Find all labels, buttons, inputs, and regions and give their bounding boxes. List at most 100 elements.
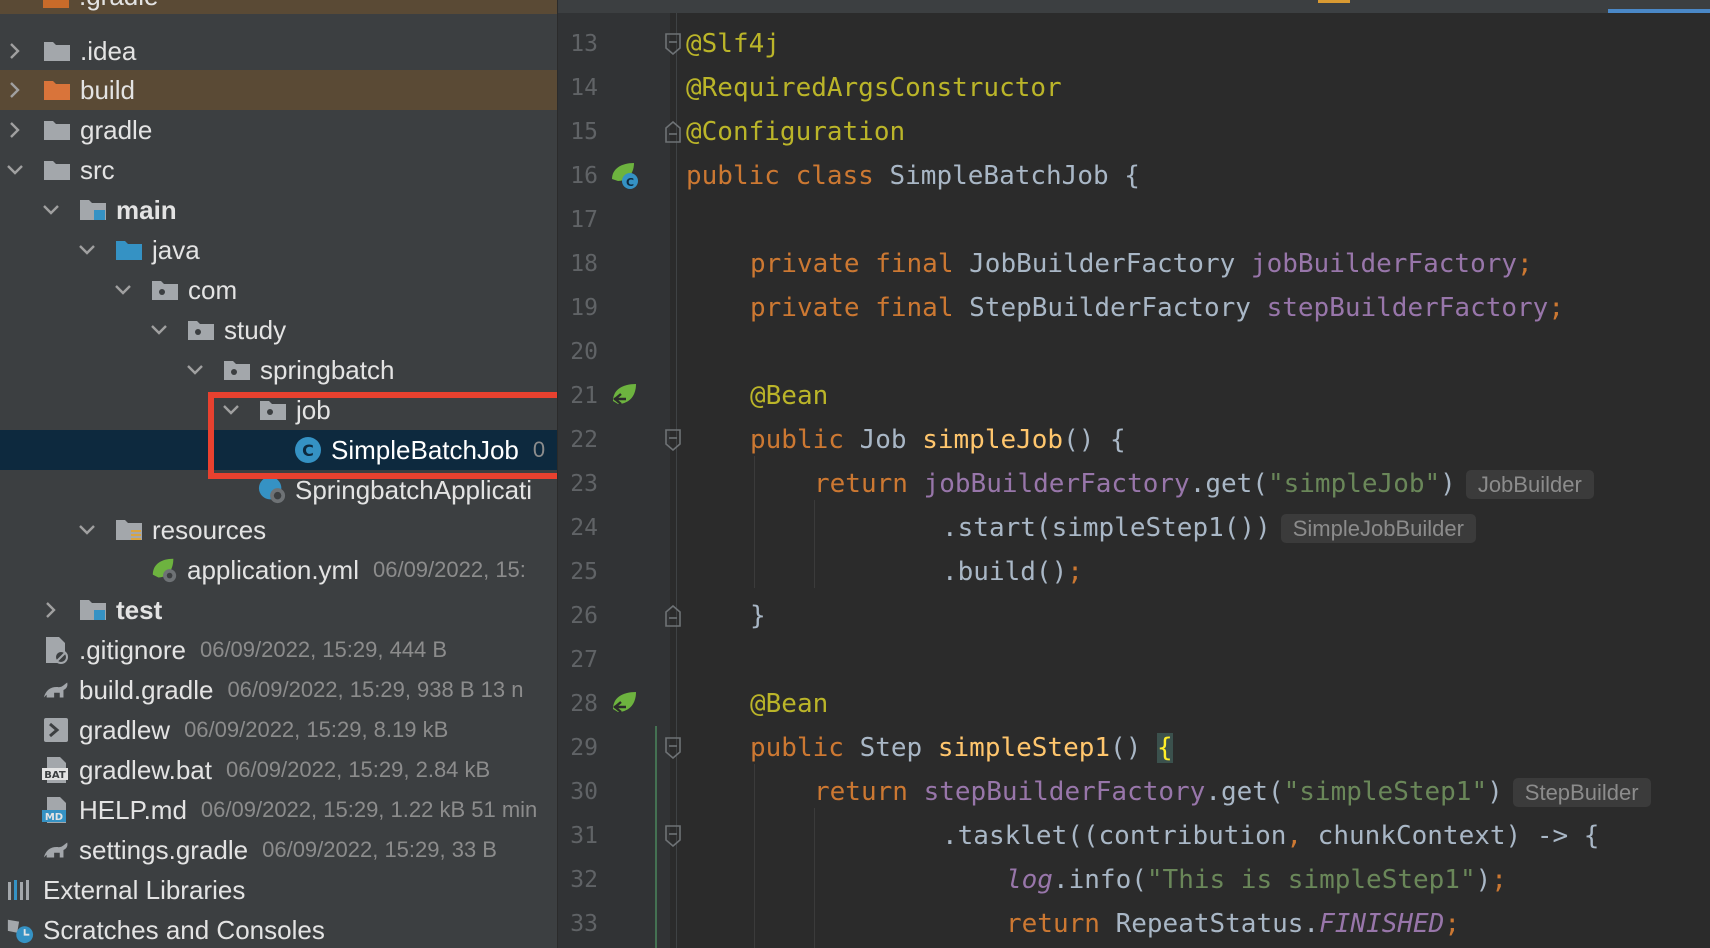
- code-text: .tasklet((contribution, chunkContext) ->…: [942, 821, 1600, 851]
- tree-item-gradle[interactable]: gradle: [0, 110, 557, 150]
- tree-item-application-yml[interactable]: application.yml 06/09/2022, 15:: [0, 550, 557, 590]
- code-line-17: 17: [558, 198, 1710, 242]
- chevron-right-icon[interactable]: [6, 121, 24, 139]
- code-line-16: 16 C public class SimpleBatchJob {: [558, 154, 1710, 198]
- tree-item-main[interactable]: main: [0, 190, 557, 230]
- tree-item-springbatch[interactable]: springbatch: [0, 350, 557, 390]
- code-line-21: 21 @Bean: [558, 374, 1710, 418]
- code-line-24: 24 .start(simpleStep1()) SimpleJobBuilder: [558, 506, 1710, 550]
- line-number: 21: [570, 383, 598, 409]
- fold-end-icon[interactable]: [664, 605, 682, 627]
- code-text: public class SimpleBatchJob {: [686, 161, 1140, 191]
- fold-end-icon[interactable]: [664, 121, 682, 143]
- chevron-right-icon[interactable]: [6, 81, 24, 99]
- tree-item-label: .gitignore: [79, 634, 186, 665]
- code-text: private final StepBuilderFactory stepBui…: [750, 293, 1564, 323]
- spring-bean-gutter-icon[interactable]: C: [610, 161, 640, 191]
- chevron-down-icon[interactable]: [78, 521, 96, 539]
- tree-item-java[interactable]: java: [0, 230, 557, 270]
- tree-item-external-libraries[interactable]: External Libraries: [0, 870, 557, 910]
- code-text: @Slf4j: [686, 29, 780, 59]
- libraries-icon: [6, 877, 34, 903]
- code-text: .start(simpleStep1()) SimpleJobBuilder: [942, 506, 1476, 551]
- line-number: 17: [570, 207, 598, 233]
- chevron-down-icon[interactable]: [6, 161, 24, 179]
- code-line-31: 31 .tasklet((contribution, chunkContext)…: [558, 814, 1710, 858]
- line-number: 25: [570, 559, 598, 585]
- fold-start-icon[interactable]: [664, 33, 682, 55]
- bat-file-icon: BAT: [42, 757, 70, 783]
- fold-start-icon[interactable]: [664, 429, 682, 451]
- code-line-22: 22 public Job simpleJob() {: [558, 418, 1710, 462]
- line-number: 32: [570, 867, 598, 893]
- code-editor[interactable]: 13 @Slf4j 14 @RequiredArgsConstructor 15…: [558, 0, 1710, 948]
- tree-item-build[interactable]: build: [0, 70, 557, 110]
- code-line-14: 14 @RequiredArgsConstructor: [558, 66, 1710, 110]
- line-number: 19: [570, 295, 598, 321]
- tree-item-meta: 06/09/2022, 15:: [372, 557, 526, 582]
- folder-icon: [43, 117, 71, 143]
- code-line-18: 18 private final JobBuilderFactory jobBu…: [558, 242, 1710, 286]
- tree-item-scratches[interactable]: Scratches and Consoles: [0, 910, 557, 948]
- type-hint: JobBuilder: [1465, 470, 1594, 499]
- editor-tab-strip[interactable]: [558, 0, 1710, 13]
- tab-modified-marker: [1318, 0, 1350, 3]
- tree-item-build-gradle[interactable]: build.gradle 06/09/2022, 15:29, 938 B 13…: [0, 670, 557, 710]
- active-tab-indicator: [1608, 9, 1710, 13]
- code-text: return jobBuilderFactory.get("simpleJob"…: [814, 462, 1594, 507]
- line-number: 22: [570, 427, 598, 453]
- line-number: 13: [570, 31, 598, 57]
- folder-icon: [43, 157, 71, 183]
- chevron-right-icon[interactable]: [42, 601, 60, 619]
- chevron-right-icon[interactable]: [6, 42, 24, 60]
- tree-item-study[interactable]: study: [0, 310, 557, 350]
- tree-item-gitignore[interactable]: .gitignore 06/09/2022, 15:29, 444 B: [0, 630, 557, 670]
- tree-item-label: com: [188, 274, 238, 305]
- chevron-down-icon[interactable]: [150, 321, 168, 339]
- folder-icon: [43, 38, 71, 64]
- code-line-30: 30 return stepBuilderFactory.get("simple…: [558, 770, 1710, 814]
- spring-yml-icon: [150, 557, 178, 583]
- chevron-down-icon[interactable]: [114, 281, 132, 299]
- code-line-25: 25 .build();: [558, 550, 1710, 594]
- code-text: log.info("This is simpleStep1");: [1006, 865, 1507, 895]
- spring-bean-gutter-icon[interactable]: [610, 381, 640, 411]
- line-number: 18: [570, 251, 598, 277]
- tree-item-label: java: [152, 234, 200, 265]
- tree-item-gradlew[interactable]: gradlew 06/09/2022, 15:29, 8.19 kB: [0, 710, 557, 750]
- fold-start-icon[interactable]: [664, 825, 682, 847]
- tree-item-label: springbatch: [260, 354, 395, 385]
- code-line-26: 26 }: [558, 594, 1710, 638]
- tree-item-resources[interactable]: resources: [0, 510, 557, 550]
- code-line-23: 23 return jobBuilderFactory.get("simpleJ…: [558, 462, 1710, 506]
- tree-item-label: main: [116, 194, 177, 225]
- chevron-down-icon[interactable]: [78, 241, 96, 259]
- line-number: 15: [570, 119, 598, 145]
- code-text: }: [750, 601, 766, 631]
- chevron-down-icon[interactable]: [186, 361, 204, 379]
- tree-item-com[interactable]: com: [0, 270, 557, 310]
- tree-item-gradlew-bat[interactable]: BAT gradlew.bat 06/09/2022, 15:29, 2.84 …: [0, 750, 557, 790]
- fold-start-icon[interactable]: [664, 737, 682, 759]
- tree-item-label: SpringbatchApplicati: [295, 474, 533, 505]
- tree-item-settings-gradle[interactable]: settings.gradle 06/09/2022, 15:29, 33 B: [0, 830, 557, 870]
- line-number: 16: [570, 163, 598, 189]
- code-line-27: 27: [558, 638, 1710, 682]
- code-line-29: 29 public Step simpleStep1() {: [558, 726, 1710, 770]
- spring-bean-gutter-icon[interactable]: [610, 689, 640, 719]
- tree-item-idea[interactable]: .idea: [0, 31, 557, 71]
- tree-item-help-md[interactable]: MD HELP.md 06/09/2022, 15:29, 1.22 kB 51…: [0, 790, 557, 830]
- tree-item-gradle-dir[interactable]: .gradle: [0, 0, 557, 14]
- folder-orange-icon: [43, 77, 71, 103]
- chevron-down-icon[interactable]: [42, 201, 60, 219]
- tree-item-label: resources: [152, 514, 267, 545]
- tree-item-src[interactable]: src: [0, 150, 557, 190]
- tree-item-test[interactable]: test: [0, 590, 557, 630]
- type-hint: StepBuilder: [1512, 778, 1651, 807]
- gradle-file-icon: [42, 677, 70, 703]
- ide-window: .gradle .idea build gradle: [0, 0, 1710, 948]
- line-number: 14: [570, 75, 598, 101]
- code-text: @RequiredArgsConstructor: [686, 73, 1062, 103]
- test-folder-icon: [79, 597, 107, 623]
- tree-item-meta: 06/09/2022, 15:29, 33 B: [262, 837, 497, 862]
